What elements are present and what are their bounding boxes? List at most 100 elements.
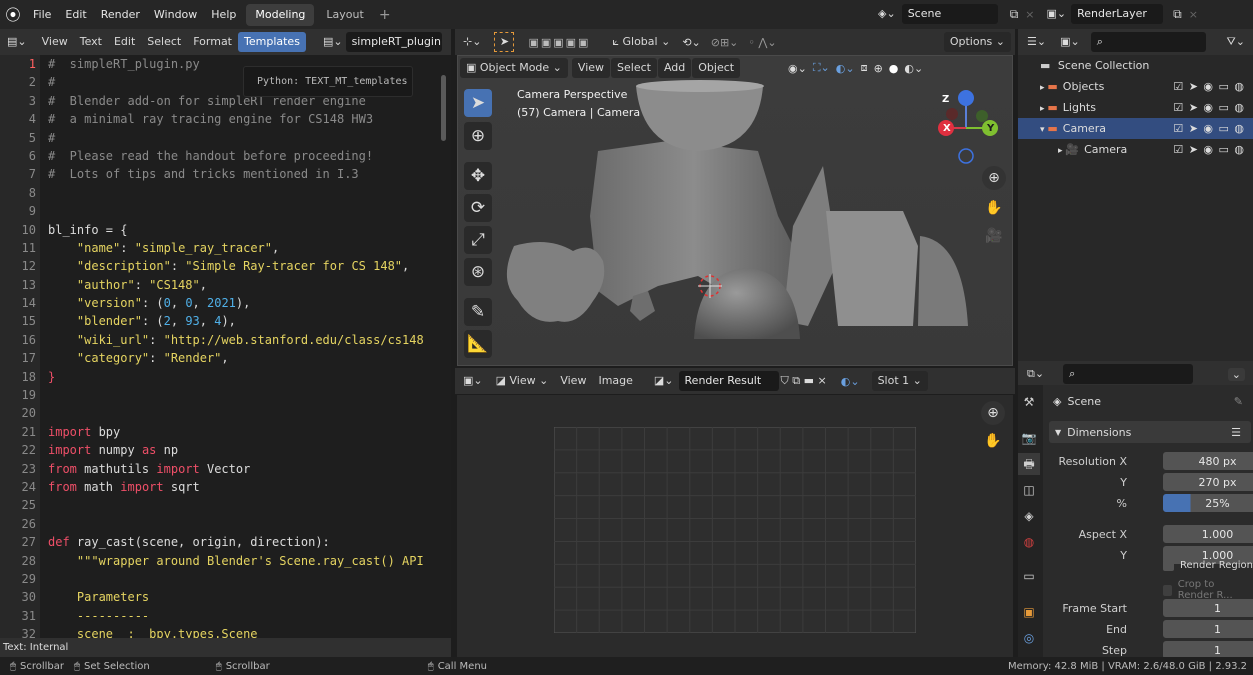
menu-file[interactable]: File (26, 0, 58, 29)
text-browse-icon[interactable]: ▤⌄ (320, 32, 346, 52)
orientation-dropdown[interactable]: ⟀ Global ⌄ (606, 32, 676, 52)
outliner-row[interactable]: ▸ ▬ Objects ☑ ➤ ◉ ▭ ◍ (1018, 76, 1253, 97)
collection-tab-icon[interactable]: ▭ (1018, 565, 1040, 587)
render-tab-icon[interactable]: 📷 (1018, 427, 1040, 449)
select-mode-icon[interactable]: ➤ (494, 32, 515, 52)
slot-dropdown[interactable]: Slot 1 ⌄ (871, 371, 928, 391)
image-fake-user-icon[interactable]: ⛉ ⧉ ▬ × (781, 374, 827, 388)
snap-icon[interactable]: ⊘⊞⌄ (711, 36, 739, 49)
outliner-row[interactable]: ▸ ▬ Lights ☑ ➤ ◉ ▭ ◍ (1018, 97, 1253, 118)
render-region-box[interactable] (1163, 560, 1174, 571)
select-box-icon[interactable]: ▣▣▣▣▣ (528, 36, 590, 49)
menu-templates[interactable]: Templates (238, 32, 306, 52)
tab-modeling[interactable]: Modeling (246, 3, 315, 26)
visibility-toggles-icon[interactable]: ☑ ➤ ◉ ▭ ◍ (1173, 76, 1245, 97)
3d-viewport[interactable]: ▣ Object Mode ⌄ View Select Add Object ◉… (457, 55, 1013, 366)
code-line: "version": (0, 0, 2021), (48, 294, 448, 312)
crop-box[interactable] (1163, 584, 1172, 596)
menu-edit[interactable]: Edit (58, 0, 93, 29)
properties-tabs: ⚒ 📷 🖶 ◫ ◈ ◍ ▭ ▣ ◎ (1018, 385, 1043, 657)
zoom-icon[interactable]: ⊕ (982, 166, 1006, 190)
code-area[interactable]: # simpleRT_plugin.py # # Blender add-on fo… (48, 55, 448, 638)
view-layer-field[interactable]: RenderLayer (1071, 4, 1164, 24)
image-editor-type-icon[interactable]: ▣⌄ (460, 371, 486, 391)
image-editor[interactable]: ⊕ ✋ (457, 395, 1013, 657)
properties-search-field[interactable]: ⌕ (1063, 364, 1194, 384)
filter-icon[interactable]: ⛛⌄ (1227, 35, 1245, 49)
world-tab-icon[interactable]: ◍ (1018, 531, 1040, 553)
scene-icon[interactable]: ◈⌄ (875, 4, 899, 24)
camera-view-icon[interactable]: 🎥 (982, 224, 1006, 248)
remove-view-layer-icon[interactable]: × (1186, 8, 1201, 21)
collection-icon: ▬ (1047, 80, 1058, 93)
viewport-editor-type-icon[interactable]: ⊹⌄ (460, 32, 484, 52)
image-view-mode-dropdown[interactable]: ◪ View ⌄ (490, 371, 555, 391)
outliner-display-icon[interactable]: ▣⌄ (1057, 32, 1083, 52)
remove-scene-icon[interactable]: × (1022, 8, 1037, 21)
image-menu-view[interactable]: View (554, 371, 592, 391)
new-view-layer-icon[interactable]: ⧉ (1169, 7, 1186, 22)
scene-context: ◈ Scene ✎ (1053, 391, 1243, 411)
outliner-row[interactable]: ▸ 🎥 Camera ☑ ➤ ◉ ▭ ◍ (1018, 139, 1253, 160)
property-value-field[interactable]: 25% (1163, 494, 1253, 512)
property-value-field[interactable]: 1 (1163, 620, 1253, 638)
menu-help[interactable]: Help (204, 0, 243, 29)
dimensions-panel-header[interactable]: ▼ Dimensions ☰ (1049, 421, 1251, 443)
image-browse-icon[interactable]: ◪⌄ (651, 371, 677, 391)
visibility-toggles-icon[interactable]: ☑ ➤ ◉ ▭ ◍ (1173, 118, 1245, 139)
menu-format[interactable]: Format (187, 32, 238, 52)
pin-icon[interactable]: ✎ (1234, 395, 1243, 408)
property-label: Y (1120, 476, 1127, 489)
text-editor[interactable]: 1 2 3 4 5 6 7 8 9 10 11 12 13 14 15 16 17 18 19 20 21 22 23 24 2… (0, 55, 451, 638)
menu-select[interactable]: Select (141, 32, 187, 52)
constraint-tab-icon[interactable]: ◎ (1018, 627, 1040, 649)
scene-tab-icon[interactable]: ◈ (1018, 505, 1040, 527)
image-zoom-icon[interactable]: ⊕ (981, 401, 1005, 425)
outliner-search-field[interactable]: ⌕ (1090, 32, 1206, 52)
visibility-toggles-icon[interactable]: ☑ ➤ ◉ ▭ ◍ (1173, 97, 1245, 118)
outliner[interactable]: ▬ Scene Collection ▸ ▬ Objects ☑ ➤ ◉ ▭ ◍ ▸ … (1018, 55, 1253, 361)
proportional-icon[interactable]: ◦ ⋀⌄ (748, 36, 776, 49)
pan-hand-icon[interactable]: ✋ (982, 196, 1006, 220)
scene-collection-row[interactable]: ▬ Scene Collection (1018, 55, 1253, 76)
new-scene-icon[interactable]: ⧉ (1006, 7, 1023, 22)
outliner-type-icon[interactable]: ☰⌄ (1024, 32, 1049, 52)
tab-layout[interactable]: Layout (317, 4, 372, 26)
menu-view[interactable]: View (36, 32, 74, 52)
view-layer-icon[interactable]: ▣⌄ (1043, 4, 1069, 24)
editor-type-icon[interactable]: ▤⌄ (4, 32, 30, 52)
property-value-field[interactable]: 270 px (1163, 473, 1253, 491)
property-value-field[interactable]: 1.000 (1163, 525, 1253, 543)
blender-logo-icon[interactable]: ⦿ (0, 4, 26, 25)
tool-tab-icon[interactable]: ⚒ (1018, 391, 1040, 413)
options-dropdown[interactable]: Options ⌄ (943, 32, 1011, 52)
render-region-checkbox[interactable]: Render Region (1163, 560, 1253, 571)
editor-scrollbar[interactable] (441, 75, 446, 141)
add-workspace-icon[interactable]: + (373, 7, 397, 23)
visibility-toggles-icon[interactable]: ☑ ➤ ◉ ▭ ◍ (1173, 139, 1245, 160)
menu-text[interactable]: Text (74, 32, 108, 52)
view-layer-tab-icon[interactable]: ◫ (1018, 479, 1040, 501)
image-display-icon[interactable]: ◐⌄ (841, 375, 860, 388)
code-token: , (192, 296, 207, 311)
presets-icon[interactable]: ☰ (1231, 426, 1241, 439)
property-value-field[interactable]: 1 (1163, 599, 1253, 617)
image-pan-hand-icon[interactable]: ✋ (981, 429, 1005, 453)
object-tab-icon[interactable]: ▣ (1018, 601, 1040, 623)
menu-window[interactable]: Window (147, 0, 204, 29)
pivot-icon[interactable]: ⟲⌄ (682, 36, 700, 49)
menu-edit-text[interactable]: Edit (108, 32, 141, 52)
properties-type-icon[interactable]: ⧉⌄ (1024, 364, 1047, 384)
outliner-row[interactable]: ▾ ▬ Camera ☑ ➤ ◉ ▭ ◍ (1018, 118, 1253, 139)
crop-checkbox[interactable]: Crop to Render R... (1163, 579, 1253, 601)
image-menu-image[interactable]: Image (592, 371, 638, 391)
menu-render[interactable]: Render (94, 0, 147, 29)
text-file-field[interactable]: simpleRT_plugin (345, 32, 442, 52)
properties-options-icon[interactable]: ⌄ (1227, 367, 1245, 381)
output-tab-icon[interactable]: 🖶 (1018, 453, 1040, 475)
scene-field[interactable]: Scene (901, 4, 998, 24)
image-name-field[interactable]: Render Result (678, 371, 779, 391)
properties-editor[interactable]: ⚒ 📷 🖶 ◫ ◈ ◍ ▭ ▣ ◎ ◈ Scene ✎ ▼ Dimensions… (1018, 385, 1253, 659)
property-value-field[interactable]: 480 px (1163, 452, 1253, 470)
